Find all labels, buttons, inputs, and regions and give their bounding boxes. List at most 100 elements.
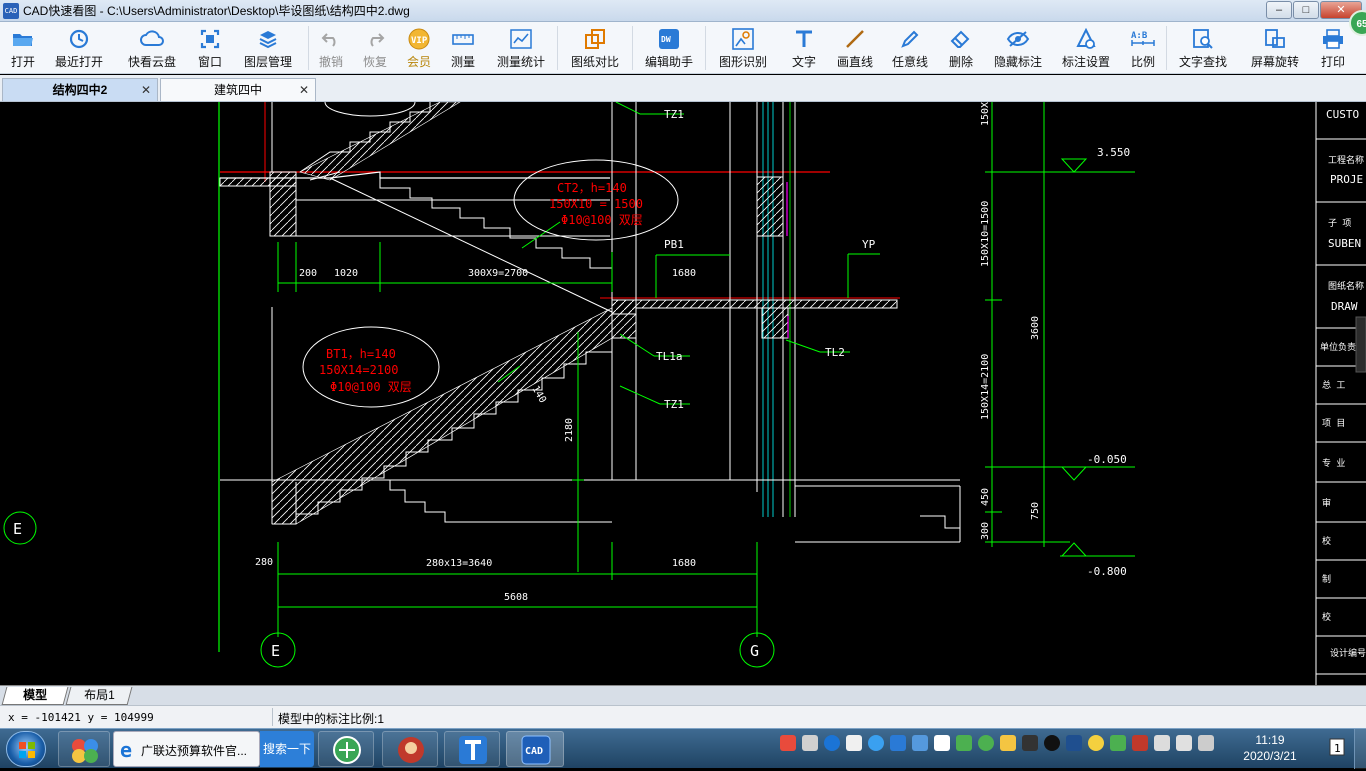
doc-tab-structure[interactable]: 结构四中2 ✕ — [2, 78, 158, 101]
tray-monitor-icon[interactable] — [1022, 735, 1038, 751]
tl2-label: TL2 — [825, 346, 845, 359]
taskbar-ie-window[interactable]: e 广联达预算软件官... — [113, 731, 260, 767]
tray-shield-icon[interactable] — [890, 735, 906, 751]
ct2-label: CT2，h=140 — [557, 181, 627, 195]
tray-red-icon[interactable] — [1132, 735, 1148, 751]
svg-text:DW: DW — [661, 35, 671, 44]
taskbar-app-avatar[interactable] — [382, 731, 438, 767]
close-tab-icon[interactable]: ✕ — [141, 79, 151, 101]
tray-app-icon[interactable] — [956, 735, 972, 751]
drawing-canvas[interactable]: CT2，h=140 150X10 = 1500 Φ10@100 双层 BT1，h… — [0, 102, 1366, 685]
dim-140: 140 — [529, 384, 548, 405]
print-button[interactable]: 打印 — [1311, 22, 1355, 74]
freehand-line-button[interactable]: 任意线 — [882, 22, 938, 74]
tray-keyboard-icon[interactable] — [802, 735, 818, 751]
window-title: CAD快速看图 - C:\Users\Administrator\Desktop… — [23, 4, 410, 18]
text-button[interactable]: 文字 — [780, 22, 828, 74]
tray-pdf-icon[interactable] — [780, 735, 796, 751]
action-center-icon[interactable]: 1 — [1326, 733, 1350, 763]
tray-security-icon[interactable] — [1110, 735, 1126, 751]
layers-icon — [256, 28, 280, 50]
scale-ab-icon: A:B — [1131, 28, 1155, 50]
close-tab-icon[interactable]: ✕ — [299, 79, 309, 101]
window-button[interactable]: 窗口 — [192, 22, 228, 74]
text-search-button[interactable]: 文字查找 — [1167, 22, 1239, 74]
tray-flag-icon[interactable] — [934, 735, 950, 751]
elevation-3550: 3.550 — [1097, 146, 1130, 159]
title-block-cell: 子 项 — [1328, 218, 1351, 229]
start-button[interactable] — [6, 731, 46, 767]
axis-label-g: G — [750, 642, 759, 660]
taskbar-app-cad[interactable]: CAD — [506, 731, 564, 767]
svg-text:CAD: CAD — [525, 746, 543, 757]
tray-plus-icon[interactable] — [1088, 735, 1104, 751]
tray-signal-icon[interactable] — [1198, 735, 1214, 751]
title-block-cell: 图纸名称 — [1328, 280, 1364, 292]
redo-button[interactable]: 恢复 — [353, 22, 397, 74]
tray-network-icon[interactable] — [1154, 735, 1170, 751]
cad-app-icon: CAD — [521, 735, 551, 765]
axis-label-e-left: E — [13, 520, 22, 538]
tray-g-icon[interactable] — [868, 735, 884, 751]
maximize-button[interactable]: □ — [1293, 1, 1319, 19]
measure-stats-icon — [509, 28, 533, 50]
tray-chat-icon[interactable] — [1000, 735, 1016, 751]
vip-member-button[interactable]: VIP 会员 — [397, 22, 441, 74]
dim-3600: 3600 — [1030, 316, 1041, 340]
taskbar-search-button[interactable]: 搜索一下 — [260, 731, 314, 767]
edit-helper-button[interactable]: DW 编辑助手 — [633, 22, 705, 74]
elevation-minus-0050: -0.050 — [1087, 453, 1127, 466]
dim-280x13: 280x13=3640 — [426, 558, 492, 569]
hide-annotation-button[interactable]: 隐藏标注 — [984, 22, 1052, 74]
taskbar-clock[interactable]: 11:19 2020/3/21 — [1240, 732, 1300, 764]
tray-help-icon[interactable] — [824, 735, 840, 751]
bt1-label: BT1，h=140 — [326, 347, 396, 361]
minimize-button[interactable]: – — [1266, 1, 1292, 19]
dim-750: 750 — [1030, 502, 1041, 520]
show-desktop-button[interactable] — [1354, 729, 1366, 769]
open-button[interactable]: 打开 — [0, 22, 46, 74]
doc-tab-architecture[interactable]: 建筑四中 ✕ — [160, 78, 316, 101]
svg-text:1: 1 — [1334, 742, 1341, 755]
annotation-scale-text: 模型中的标注比例:1 — [278, 712, 385, 726]
edit-helper-icon: DW — [657, 28, 681, 50]
ruler-icon — [451, 28, 475, 50]
green-browser-icon — [333, 736, 361, 764]
taskbar-app-browser[interactable] — [318, 731, 374, 767]
draw-line-button[interactable]: 画直线 — [828, 22, 882, 74]
shape-recognize-button[interactable]: 图形识别 — [706, 22, 780, 74]
tab-layout1[interactable]: 布局1 — [65, 687, 133, 705]
title-block-cell: PROJE — [1330, 173, 1363, 186]
taskbar-app-t[interactable] — [444, 731, 500, 767]
measure-stats-button[interactable]: 测量统计 — [485, 22, 557, 74]
drawing-compare-button[interactable]: 图纸对比 — [558, 22, 632, 74]
dim-300: 300 — [980, 522, 991, 540]
pinwheel-app-icon — [72, 739, 98, 763]
status-divider — [272, 708, 273, 726]
tray-box-icon[interactable] — [912, 735, 928, 751]
measure-button[interactable]: 测量 — [441, 22, 485, 74]
title-block-cell: CUSTO — [1326, 108, 1359, 121]
rotate-screen-icon — [1263, 28, 1287, 50]
annotation-settings-button[interactable]: 标注设置 — [1052, 22, 1120, 74]
recent-open-button[interactable]: 最近打开 — [46, 22, 112, 74]
tray-volume-icon[interactable] — [1176, 735, 1192, 751]
layer-manager-button[interactable]: 图层管理 — [228, 22, 308, 74]
tray-qq-icon[interactable] — [1044, 735, 1060, 751]
taskbar-app-pinwheel[interactable] — [58, 731, 110, 767]
title-block-cell: 设计编号 — [1330, 647, 1366, 659]
tray-360-icon[interactable] — [978, 735, 994, 751]
tab-model[interactable]: 模型 — [1, 687, 69, 705]
vertical-scroll-thumb[interactable] — [1355, 316, 1366, 373]
rotate-screen-button[interactable]: 屏幕旋转 — [1239, 22, 1311, 74]
title-bar: CAD CAD快速看图 - C:\Users\Administrator\Des… — [0, 0, 1366, 22]
undo-button[interactable]: 撤销 — [309, 22, 353, 74]
tray-bluetooth-icon[interactable] — [1066, 735, 1082, 751]
document-tabs: 结构四中2 ✕ 建筑四中 ✕ — [0, 75, 1366, 102]
yp-label: YP — [862, 238, 876, 251]
tray-input-icon[interactable] — [846, 735, 862, 751]
cloud-disk-button[interactable]: 快看云盘 — [112, 22, 192, 74]
scale-button[interactable]: A:B 比例 — [1120, 22, 1166, 74]
title-block-cell: 单位负责 — [1320, 341, 1356, 353]
delete-button[interactable]: 删除 — [938, 22, 984, 74]
